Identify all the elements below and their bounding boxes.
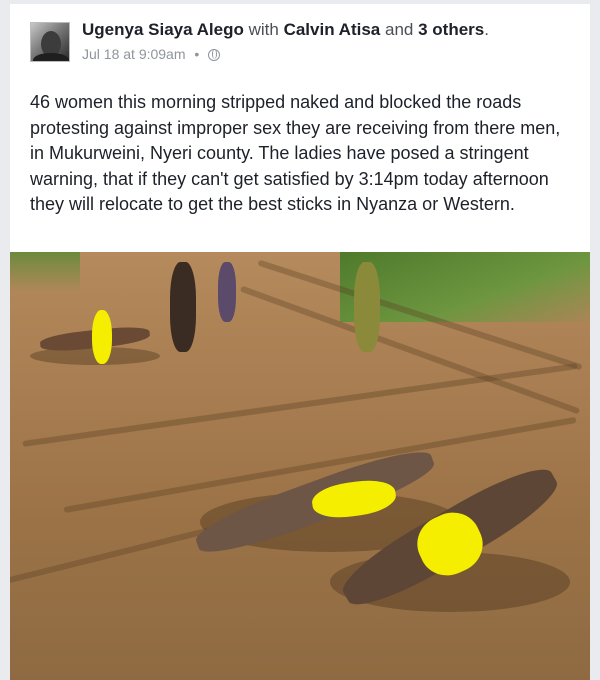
timestamp[interactable]: Jul 18 at 9:09am (82, 46, 186, 62)
avatar[interactable] (30, 22, 70, 62)
standing-person (170, 262, 196, 352)
post-body: 46 women this morning stripped naked and… (30, 92, 561, 214)
meta-separator: • (194, 46, 200, 62)
globe-icon[interactable] (208, 49, 221, 61)
author-name[interactable]: Ugenya Siaya Alego (82, 20, 244, 39)
standing-person (218, 262, 236, 322)
grass-area-left (10, 252, 80, 292)
post-card: Ugenya Siaya Alego with Calvin Atisa and… (10, 4, 590, 680)
avatar-shoulders (33, 53, 69, 61)
and-text: and (385, 20, 414, 39)
others-link[interactable]: 3 others (418, 20, 484, 39)
post-photo[interactable] (10, 252, 590, 680)
standing-person (354, 262, 380, 352)
post-header: Ugenya Siaya Alego with Calvin Atisa and… (24, 18, 564, 64)
author-line: Ugenya Siaya Alego with Calvin Atisa and… (82, 20, 489, 40)
post-meta: Jul 18 at 9:09am • (82, 46, 221, 62)
tagged-user[interactable]: Calvin Atisa (284, 20, 381, 39)
period-text: . (484, 20, 489, 39)
censor-mark (92, 310, 112, 364)
with-text: with (248, 20, 279, 39)
